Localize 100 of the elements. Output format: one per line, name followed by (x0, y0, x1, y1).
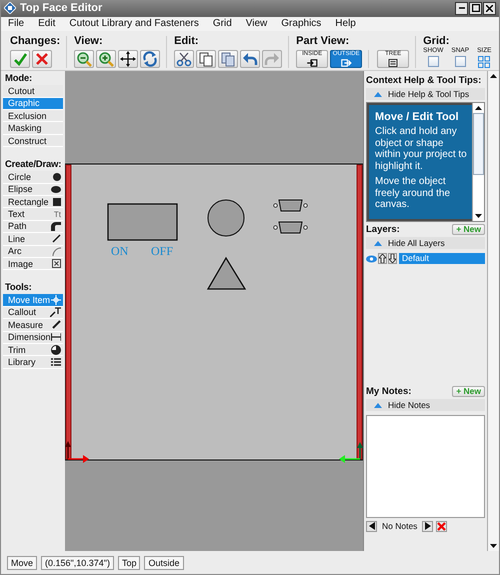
connector-shape[interactable] (273, 200, 308, 212)
sidebar-item[interactable]: Text Tt (3, 208, 63, 221)
triangle-left-icon (368, 522, 374, 530)
sidebar-item[interactable]: Masking (3, 122, 63, 135)
layer-item[interactable]: Default (399, 253, 485, 264)
status-field: Move (7, 556, 38, 570)
section-label: Mode: (5, 74, 33, 84)
tool-button[interactable] (174, 50, 194, 68)
trim-icon (51, 344, 61, 355)
minimize-icon (458, 7, 464, 10)
next-button[interactable] (422, 520, 434, 532)
sidebar-item[interactable]: Construct (3, 134, 63, 148)
callout-icon (50, 307, 61, 318)
maximize-button[interactable] (469, 2, 482, 15)
sidebar-item[interactable]: Dimension (3, 332, 63, 344)
close-icon (437, 522, 446, 531)
group-label: Changes: (10, 36, 60, 47)
collapse-toggle[interactable]: Hide All Layers (366, 237, 485, 250)
notes-field[interactable] (366, 415, 485, 518)
menu-item[interactable]: File (8, 18, 24, 30)
sidebar-item[interactable]: Callout (3, 306, 63, 320)
move-up-button[interactable] (378, 253, 387, 264)
checkbox[interactable] (428, 56, 439, 68)
sidebar-item[interactable]: Line (3, 233, 63, 246)
menu-item[interactable]: Edit (38, 18, 56, 30)
arrow-up-icon (490, 74, 497, 78)
arrow-down-icon (475, 214, 482, 218)
scissors-icon (176, 50, 192, 67)
line-icon (52, 234, 61, 244)
group-label: Edit: (174, 36, 200, 47)
triangle-up-icon (374, 240, 382, 246)
group-label: Part View: (296, 36, 350, 47)
move-icon (120, 50, 136, 67)
path-icon (51, 222, 61, 231)
section-label: Tools: (5, 283, 33, 294)
sidebar-item[interactable]: Graphic (3, 98, 63, 110)
sidebar-item[interactable]: Circle (3, 171, 63, 184)
triangle-right-icon (424, 522, 431, 530)
sidebar-item[interactable]: Move Item (3, 294, 63, 307)
dimension-icon (50, 333, 61, 342)
tool-button[interactable] (96, 50, 116, 68)
collapse-toggle[interactable]: Hide Help & Tool Tips (366, 88, 485, 100)
tool-button[interactable] (118, 50, 138, 68)
minimize-button[interactable] (455, 2, 468, 15)
circle-shape[interactable] (208, 200, 244, 237)
sidebar-item[interactable]: Exclusion (3, 110, 63, 122)
rectangle-shape[interactable] (107, 204, 178, 241)
copy-icon (198, 50, 214, 67)
previous-button[interactable] (366, 520, 377, 532)
square-icon (53, 198, 61, 206)
menu-item[interactable]: Cutout Library and Fasteners (69, 18, 199, 30)
sidebar-item[interactable]: Rectangle (3, 196, 63, 208)
check-icon (12, 50, 28, 67)
delete-button[interactable] (436, 520, 448, 532)
sidebar-item[interactable]: Cutout (3, 85, 63, 98)
help-heading: Move / Edit Tool (375, 111, 460, 124)
arrow-down-icon (490, 544, 497, 548)
close-button[interactable] (483, 2, 496, 15)
status-field: Outside (144, 556, 184, 570)
triangle-shape[interactable] (206, 257, 246, 290)
ellipse-icon (51, 186, 61, 193)
ruler-icon (52, 320, 61, 330)
list-icon (51, 358, 61, 366)
sidebar-item[interactable]: Library (3, 356, 63, 369)
connector-shape[interactable] (273, 222, 308, 234)
sidebar-item[interactable]: Measure (3, 319, 63, 332)
grid-size-button[interactable] (478, 56, 490, 68)
panel-title: My Notes: (366, 386, 412, 397)
close-icon (34, 50, 50, 67)
window-title: Top Face Editor (20, 2, 104, 14)
menu-item[interactable]: Help (335, 18, 356, 30)
scrollbar[interactable] (487, 71, 499, 552)
pages-icon (220, 50, 236, 67)
help-text: Click and hold any object or shape within your project to highlight it. (375, 126, 468, 172)
app-icon (4, 2, 16, 14)
menu-item[interactable]: View (246, 18, 268, 30)
text-icon: Tt (54, 210, 61, 219)
sidebar-item[interactable]: Trim (3, 344, 63, 356)
arrow-up-icon (475, 106, 482, 110)
sidebar-item[interactable]: Elipse (3, 184, 63, 196)
eye-icon (366, 254, 377, 263)
sidebar-item[interactable]: Path (3, 220, 63, 234)
sidebar-item[interactable]: Arc (3, 246, 63, 258)
exit-icon (340, 58, 352, 67)
move-down-button[interactable] (388, 253, 397, 264)
zoom-in-icon (98, 50, 114, 67)
sidebar-item[interactable]: Image (3, 258, 63, 270)
collapse-toggle[interactable]: Hide Notes (366, 399, 485, 412)
arrow-up-icon (379, 254, 386, 264)
grid-icon (478, 56, 490, 68)
arrow-down-icon (389, 254, 396, 264)
tool-button[interactable] (196, 50, 216, 68)
panel-title: Layers: (366, 224, 400, 235)
maximize-icon (472, 4, 480, 12)
checkbox[interactable] (454, 56, 466, 68)
help-text: Move the object freely around the canvas. (375, 176, 452, 211)
triangle-up-icon (374, 402, 382, 408)
scrollbar[interactable] (472, 103, 484, 222)
menu-item[interactable]: Graphics (281, 18, 322, 30)
menu-item[interactable]: Grid (212, 18, 232, 30)
